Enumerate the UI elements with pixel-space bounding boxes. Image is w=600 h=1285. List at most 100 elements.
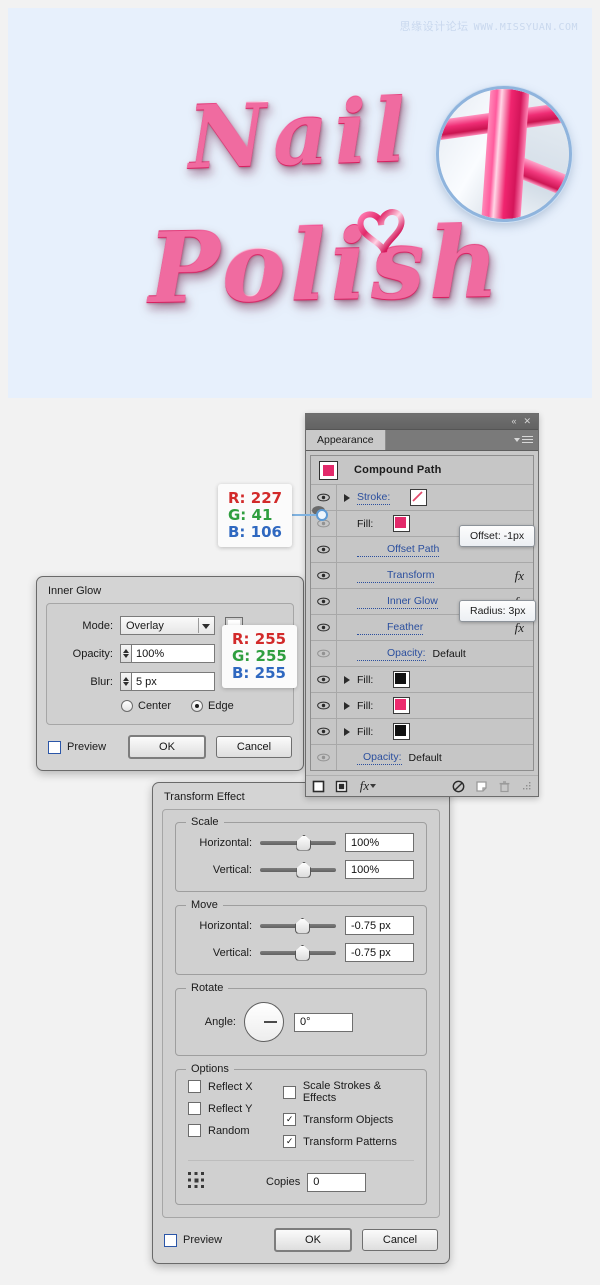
options-group-title: Options (186, 1063, 234, 1075)
appearance-row-fill-4[interactable]: Fill: (311, 719, 533, 745)
visibility-toggle[interactable] (311, 615, 337, 640)
opacity-label[interactable]: Opacity: (357, 647, 426, 661)
fill-swatch[interactable] (393, 515, 411, 532)
transform-objects-checkbox[interactable]: ✓ Transform Objects (283, 1113, 414, 1126)
resize-grip-icon[interactable] (523, 781, 532, 791)
expand-arrow-icon[interactable] (344, 675, 350, 684)
reflect-y-checkbox[interactable]: Reflect Y (188, 1102, 283, 1115)
visibility-toggle[interactable] (311, 589, 337, 614)
visibility-toggle[interactable] (311, 537, 337, 562)
mode-select[interactable]: Overlay (120, 616, 215, 635)
appearance-row-opacity-1[interactable]: Opacity: Default (311, 641, 533, 667)
scale-horizontal-slider[interactable] (260, 834, 336, 851)
tab-appearance[interactable]: Appearance (306, 430, 386, 450)
expand-arrow-icon[interactable] (344, 493, 350, 502)
reflect-y-label: Reflect Y (208, 1102, 253, 1115)
expand-arrow-icon[interactable] (344, 727, 350, 736)
visibility-toggle[interactable] (311, 693, 337, 718)
close-icon[interactable]: ✕ (523, 417, 531, 426)
scale-horizontal-input[interactable]: 100% (345, 833, 414, 852)
reflect-x-checkbox[interactable]: Reflect X (188, 1080, 283, 1093)
appearance-row-transform[interactable]: Transform fx (311, 563, 533, 589)
opacity-input[interactable]: 100% (132, 644, 215, 663)
opacity-value: Default (408, 751, 442, 764)
move-horizontal-row: Horizontal: -0.75 px (188, 916, 414, 935)
checkbox-icon (48, 740, 61, 754)
collapse-icon[interactable]: « (511, 417, 516, 426)
opacity-stepper[interactable] (120, 644, 132, 663)
move-vertical-slider[interactable] (260, 944, 336, 961)
scale-group-title: Scale (186, 816, 224, 828)
blur-input[interactable]: 5 px (132, 672, 215, 691)
appearance-row-opacity-2[interactable]: Opacity: Default (311, 745, 533, 770)
eye-icon (317, 571, 330, 580)
move-vertical-row: Vertical: -0.75 px (188, 943, 414, 962)
transform-origin-grid[interactable] (188, 1172, 208, 1192)
checkbox-icon: ✓ (283, 1135, 297, 1148)
appearance-row-stroke[interactable]: Stroke: (311, 485, 533, 511)
mode-value: Overlay (126, 619, 164, 632)
fill-swatch[interactable] (393, 723, 411, 740)
stroke-swatch-none[interactable] (410, 489, 428, 506)
fill-swatch[interactable] (393, 697, 411, 714)
opacity-value: Default (432, 647, 466, 660)
clear-appearance-icon[interactable] (452, 780, 465, 793)
duplicate-item-icon[interactable] (475, 780, 488, 793)
panel-menu-icon[interactable] (514, 434, 533, 445)
add-new-effect-icon[interactable]: fx (358, 778, 378, 793)
ok-button[interactable]: OK (274, 1228, 352, 1252)
opacity-label[interactable]: Opacity: (357, 751, 402, 765)
appearance-object-row[interactable]: Compound Path (311, 456, 533, 485)
transform-patterns-checkbox[interactable]: ✓ Transform Patterns (283, 1135, 414, 1148)
angle-input[interactable]: 0° (294, 1012, 353, 1032)
move-vertical-input[interactable]: -0.75 px (345, 943, 414, 962)
visibility-toggle[interactable] (311, 563, 337, 588)
eye-icon (317, 545, 330, 554)
fill-label: Fill: (357, 517, 374, 530)
transform-label[interactable]: Transform (357, 569, 435, 583)
feather-label[interactable]: Feather (357, 621, 424, 635)
copies-input[interactable]: 0 (307, 1172, 367, 1192)
scale-group: Scale Horizontal: 100% Vertical: 100% (175, 816, 427, 892)
ok-button[interactable]: OK (128, 735, 206, 759)
angle-row: Angle: 0° (188, 1002, 414, 1042)
blur-stepper[interactable] (120, 672, 132, 691)
appearance-row-fill-2[interactable]: Fill: (311, 667, 533, 693)
move-horizontal-input[interactable]: -0.75 px (345, 916, 414, 935)
random-checkbox[interactable]: Random (188, 1124, 283, 1137)
random-label: Random (208, 1124, 250, 1137)
scale-vertical-row: Vertical: 100% (188, 860, 414, 879)
object-swatch[interactable] (319, 460, 338, 480)
fill-label: Fill: (357, 699, 374, 712)
add-new-fill-icon[interactable] (335, 780, 348, 793)
radio-edge[interactable]: Edge (191, 700, 234, 712)
add-new-stroke-icon[interactable] (312, 780, 325, 793)
visibility-toggle[interactable] (311, 667, 337, 692)
visibility-toggle[interactable] (311, 641, 337, 666)
cancel-button[interactable]: Cancel (216, 736, 292, 758)
delete-item-icon[interactable] (498, 780, 511, 793)
offset-path-label[interactable]: Offset Path (357, 543, 440, 557)
panel-tabstrip: Appearance (306, 430, 538, 451)
inner-glow-label[interactable]: Inner Glow (357, 595, 438, 609)
preview-checkbox[interactable]: Preview (48, 740, 107, 754)
stroke-label[interactable]: Stroke: (357, 491, 391, 505)
scale-vertical-label: Vertical: (212, 863, 252, 876)
move-horizontal-slider[interactable] (260, 917, 336, 934)
radio-center[interactable]: Center (121, 700, 171, 712)
angle-dial[interactable] (244, 1002, 284, 1042)
checkbox-icon (188, 1124, 201, 1137)
preview-checkbox[interactable]: Preview (164, 1233, 222, 1247)
fill-swatch[interactable] (393, 671, 411, 688)
fx-icon[interactable]: fx (515, 568, 524, 584)
scale-vertical-slider[interactable] (260, 861, 336, 878)
scale-strokes-checkbox[interactable]: Scale Strokes & Effects (283, 1080, 414, 1104)
appearance-row-fill-3[interactable]: Fill: (311, 693, 533, 719)
visibility-toggle[interactable] (311, 745, 337, 770)
scale-vertical-input[interactable]: 100% (345, 860, 414, 879)
expand-arrow-icon[interactable] (344, 701, 350, 710)
radio-edge-label: Edge (208, 700, 234, 712)
visibility-toggle[interactable] (311, 719, 337, 744)
preview-label: Preview (67, 741, 107, 753)
cancel-button[interactable]: Cancel (362, 1229, 438, 1251)
